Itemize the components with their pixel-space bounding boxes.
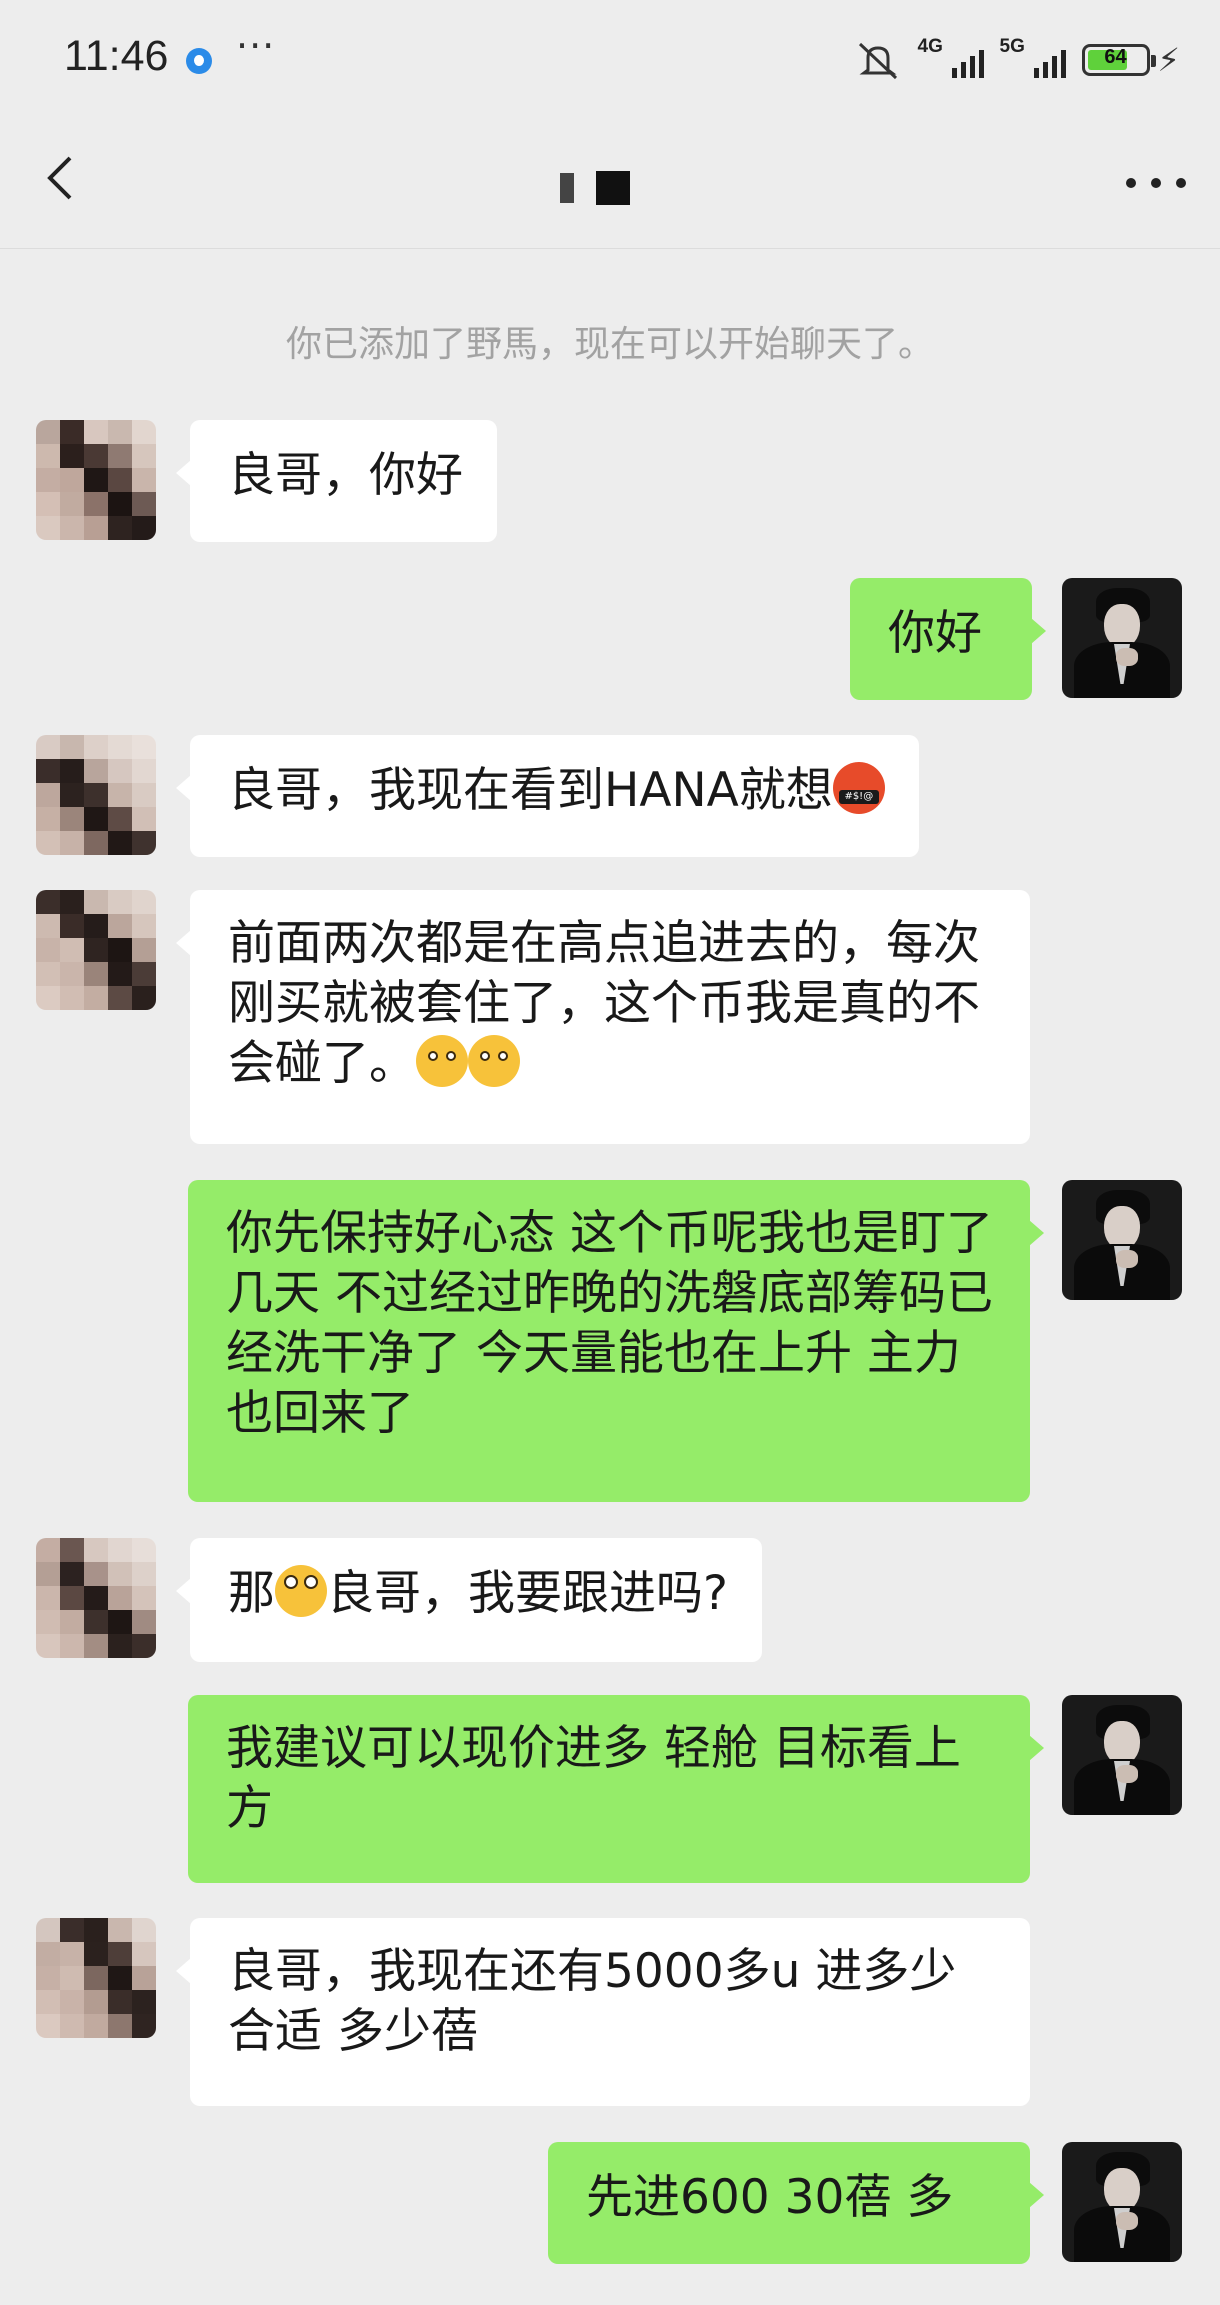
message-bubble[interactable]: 你好 (850, 578, 1046, 700)
status-time: 11:46 (64, 32, 169, 80)
my-avatar[interactable] (1062, 578, 1182, 698)
chat-title-redacted (560, 171, 630, 205)
message-bubble[interactable]: 良哥，我现在还有5000多u 进多少合适 多少蓓 (176, 1918, 1030, 2106)
back-button[interactable] (38, 148, 98, 208)
contact-avatar[interactable] (36, 890, 156, 1010)
rolling-eyes-emoji (275, 1565, 327, 1617)
charging-icon: ⚡ (1157, 41, 1180, 79)
system-notice: 你已添加了野馬，现在可以开始聊天了。 (285, 324, 934, 365)
message-bubble[interactable]: 良哥，我现在看到HANA就想 (176, 735, 919, 857)
location-icon (186, 48, 212, 74)
my-avatar[interactable] (1062, 2142, 1182, 2262)
my-avatar[interactable] (1062, 1180, 1182, 1300)
message-bubble[interactable]: 先进600 30蓓 多 (548, 2142, 1044, 2264)
signal-4g-icon: 4G (918, 36, 984, 80)
more-button[interactable] (1126, 168, 1186, 198)
face-with-symbols-emoji (832, 762, 885, 814)
signal-5g-icon: 5G (1000, 36, 1066, 80)
contact-avatar[interactable] (36, 1918, 156, 2038)
status-bar: 11:46 ··· 4G 5G 64 ⚡ (0, 0, 1220, 118)
status-icons: 4G 5G 64 ⚡ (854, 36, 1180, 84)
message-bubble[interactable]: 那良哥，我要跟进吗? (176, 1538, 762, 1662)
message-bubble[interactable]: 前面两次都是在高点追进去的，每次刚买就被套住了，这个币我是真的不会碰了。 (176, 890, 1030, 1144)
notification-more-icon: ··· (236, 24, 276, 68)
message-bubble[interactable]: 我建议可以现价进多 轻舱 目标看上方 (188, 1695, 1044, 1883)
contact-avatar[interactable] (36, 735, 156, 855)
message-bubble[interactable]: 你先保持好心态 这个币呢我也是盯了几天 不过经过昨晚的洗磐底部筹码已经洗干净了 … (188, 1180, 1044, 1502)
mute-icon (854, 40, 902, 80)
contact-avatar[interactable] (36, 420, 156, 540)
melting-face-emoji (416, 1035, 468, 1087)
battery-icon: 64 (1081, 44, 1156, 76)
melting-face-emoji (468, 1035, 520, 1087)
my-avatar[interactable] (1062, 1695, 1182, 1815)
chat-header (0, 118, 1220, 249)
message-bubble[interactable]: 良哥，你好 (176, 420, 497, 542)
chevron-left-icon (47, 156, 72, 200)
contact-avatar[interactable] (36, 1538, 156, 1658)
